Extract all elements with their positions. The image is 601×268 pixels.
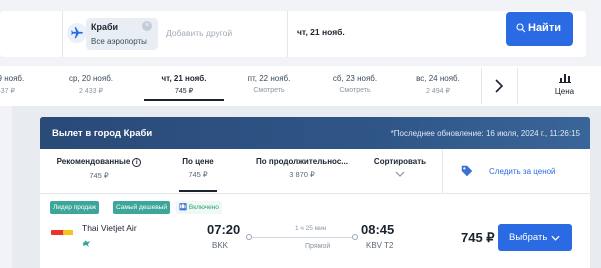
chevron-down-icon [395, 171, 405, 177]
sort-label: Рекомендованные [56, 157, 131, 166]
sort-label: По цене [182, 157, 214, 166]
sort-recommended[interactable]: Рекомендованные i 745 ₽ [50, 157, 148, 180]
search-bar: Краби Все аэропорты × Добавить другой чт… [0, 0, 601, 64]
sort-by-price[interactable]: По цене 745 ₽ [177, 157, 219, 192]
search-icon [516, 23, 526, 33]
date-tab-date: пт, 22 нояб. [247, 74, 291, 83]
arrival-airport: KBV T2 [366, 241, 394, 250]
sort-dropdown[interactable]: Сортировать [369, 157, 431, 177]
results-title: Вылет в город Краби [52, 128, 153, 139]
date-tab[interactable]: ср, 20 нояб. 2 433 ₽ [46, 66, 136, 106]
sort-value: 745 ₽ [188, 170, 208, 179]
destination-city: Краби [91, 22, 119, 32]
results-header: Вылет в город Краби *Последнее обновлени… [40, 117, 590, 149]
results-card: Вылет в город Краби *Последнее обновлени… [40, 117, 590, 268]
date-tab[interactable]: вс, 24 нояб. 2 494 ₽ [393, 66, 483, 106]
date-tab-date: вс, 24 нояб. [416, 74, 460, 83]
destination-airports: Все аэропорты [91, 37, 147, 46]
date-tab-selected[interactable]: чт, 21 нояб. 745 ₽ [139, 66, 229, 106]
badge-bestseller: Лидер продаж [50, 201, 100, 214]
date-tab-price: Смотреть [253, 87, 285, 94]
route-dot-start [246, 234, 252, 240]
date-tab-date: вт, 19 нояб. [0, 74, 25, 83]
airline-logo-icon [51, 230, 73, 235]
find-button-label: Найти [528, 22, 561, 34]
price-chart-label: Цена [554, 87, 575, 96]
badge-included-label: Включено [188, 204, 219, 211]
arrival-time: 08:45 [361, 222, 395, 237]
departure-time: 07:20 [207, 222, 241, 237]
airline-name: Thai Vietjet Air [82, 223, 137, 233]
last-updated: *Последнее обновление: 16 июля, 2024 г.,… [390, 129, 580, 138]
route-dot-end [352, 234, 358, 240]
find-button[interactable]: Найти [506, 12, 573, 46]
sort-by-duration[interactable]: По продолжительнос... 3 870 ₽ [252, 157, 352, 179]
price-tag-icon [461, 165, 473, 177]
date-tab[interactable]: сб, 23 нояб. Смотреть [310, 66, 400, 106]
date-tab-price: 745 ₽ [174, 88, 194, 95]
sort-label: По продолжительнос... [256, 157, 348, 166]
flight-duration: 1 ч 25 мин [295, 225, 327, 232]
sort-value: 745 ₽ [89, 171, 109, 180]
bar-chart-icon [558, 74, 571, 83]
track-price-label: Следить за ценой [489, 167, 556, 176]
date-tab-price: 2 433 ₽ [79, 88, 103, 95]
date-tab-date: сб, 23 нояб. [332, 74, 378, 83]
choose-flight-button[interactable]: Выбрать [498, 224, 572, 251]
airline-feature-icon [82, 240, 91, 248]
add-other-destination[interactable]: Добавить другой [166, 28, 232, 38]
date-tab[interactable]: пт, 22 нояб. Смотреть [224, 66, 314, 106]
date-tab[interactable]: вт, 19 нояб. 2 437 ₽ [0, 66, 48, 106]
info-icon[interactable]: i [132, 158, 142, 167]
chevron-down-icon [551, 235, 560, 241]
flight-stops: Прямой [305, 243, 331, 250]
date-tab-price: Смотреть [339, 87, 371, 94]
remove-destination-icon[interactable]: × [142, 21, 152, 31]
choose-button-label: Выбрать [509, 232, 548, 243]
sort-label: Сортировать [373, 157, 427, 166]
date-tab-price: 2 437 ₽ [0, 88, 15, 95]
destination-chip[interactable]: Краби Все аэропорты × [86, 18, 158, 50]
luggage-icon: 🛄 [179, 204, 189, 211]
date-strip: вт, 19 нояб. 2 437 ₽ ср, 20 нояб. 2 433 … [0, 66, 601, 106]
date-tab-date: ср, 20 нояб. [68, 74, 114, 83]
next-dates-button[interactable] [481, 68, 518, 104]
chevron-right-icon [495, 79, 504, 93]
price-chart-tab[interactable]: Цена [528, 66, 601, 106]
departure-date-field[interactable]: чт, 21 нояб. [297, 27, 345, 37]
departure-airport: BKK [212, 241, 229, 250]
plane-icon [67, 23, 87, 43]
date-tab-date: чт, 21 нояб. [161, 74, 207, 83]
sort-value: 3 870 ₽ [289, 170, 315, 179]
badge-included: 🛄 Включено [176, 201, 222, 214]
destination-field[interactable]: Краби Все аэропорты × Добавить другой [62, 11, 288, 57]
divider [442, 149, 443, 193]
badge-cheapest: Самый дешевый [113, 201, 170, 214]
flight-price: 745 ₽ [461, 230, 495, 245]
sort-row: Рекомендованные i 745 ₽ По цене 745 ₽ По … [40, 149, 590, 194]
date-tab-price: 2 494 ₽ [426, 88, 450, 95]
route-line [249, 237, 355, 238]
